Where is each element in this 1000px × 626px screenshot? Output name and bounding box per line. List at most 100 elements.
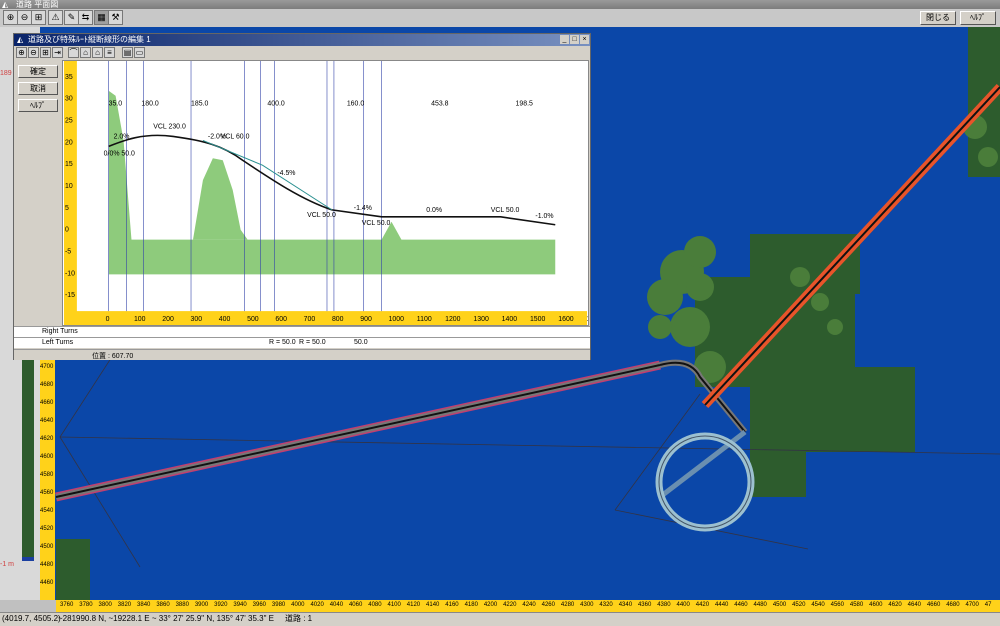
zoom-in-icon[interactable]: ⊕	[3, 10, 18, 25]
ruler-label: 4460	[40, 580, 54, 586]
slope-icon[interactable]: ⌂	[80, 47, 91, 58]
ruler-label: 3840	[137, 602, 151, 608]
ruler-label: 4040	[329, 602, 344, 608]
profile-dialog: ◭ 道路及び特殊ﾙｰﾄ縦断線形の編集 1 _ □ × ⊕ ⊖ ⊞ ⇥ ⌒ ⌂ ⌂…	[13, 33, 591, 360]
zoom-out-icon[interactable]: ⊖	[17, 10, 32, 25]
maximize-icon[interactable]: □	[570, 35, 579, 44]
ruler-label: 4060	[348, 602, 363, 608]
ruler-label: 3800	[98, 602, 112, 608]
close-icon[interactable]: ×	[580, 35, 589, 44]
ruler-label: 3760	[60, 602, 74, 608]
ruler-label: 4360	[637, 602, 652, 608]
ruler-label: 4660	[40, 400, 54, 406]
x-tick-label: 300	[191, 316, 203, 323]
ruler-label: 4480	[753, 602, 767, 608]
x-tick-label: 700	[304, 316, 316, 323]
x-tick-label: 100	[134, 316, 146, 323]
zoom-out-icon[interactable]: ⊖	[28, 47, 39, 58]
ruler-label: 4560	[40, 490, 54, 496]
y-tick-label: -5	[65, 249, 71, 256]
segment-label: 35.0	[109, 101, 123, 108]
ruler-label: 4320	[599, 602, 613, 608]
ruler-label: 4460	[734, 602, 748, 608]
ruler-label: 4240	[522, 602, 536, 608]
dialog-app-icon: ◭	[17, 35, 24, 44]
x-tick-label: 1600	[558, 316, 574, 323]
curve-icon[interactable]: ⌒	[68, 47, 79, 58]
zoom-in-icon[interactable]: ⊕	[16, 47, 27, 58]
ruler-label: 4380	[657, 602, 671, 608]
left-turn-value: R = 50.0	[269, 339, 296, 346]
ruler-label: 4480	[40, 562, 54, 568]
minimize-icon[interactable]: _	[560, 35, 569, 44]
segment-label: 180.0	[141, 101, 159, 108]
pointer-icon[interactable]: ⇥	[52, 47, 63, 58]
x-tick-label: 1000	[389, 316, 405, 323]
ruler-label: 4400	[676, 602, 690, 608]
segment-label: 453.8	[431, 101, 449, 108]
status-coords: (4019.7, 4505.2)	[2, 614, 61, 623]
close-button[interactable]: 閉じる	[920, 11, 956, 25]
edit-icon[interactable]: ✎	[64, 10, 79, 25]
grade-label: -4.5%	[277, 170, 295, 177]
ruler-label: 4580	[40, 472, 54, 478]
left-turn-value: 50.0	[354, 339, 368, 346]
tools-icon[interactable]: ⚒	[108, 10, 123, 25]
grid-icon[interactable]: ⊞	[31, 10, 46, 25]
segment-label: 400.0	[267, 101, 285, 108]
segment-label: 160.0	[347, 101, 365, 108]
road-icon[interactable]: ⚠	[48, 10, 63, 25]
vcl-label: VCL 50.0	[491, 207, 520, 214]
measure-icon[interactable]: ≡	[104, 47, 115, 58]
vcl-label: 0/0% 50.0	[104, 150, 135, 157]
ruler-label: 4200	[483, 602, 498, 608]
ruler-label: 4020	[310, 602, 324, 608]
vcl-label: VCL 50.0	[362, 220, 391, 227]
ruler-label: 4120	[406, 602, 421, 608]
ruler-label: 3860	[156, 602, 170, 608]
window-title: 道路 平面図	[16, 0, 59, 9]
page-icon[interactable]: ▤	[122, 47, 133, 58]
ruler-label: 4640	[40, 418, 54, 424]
left-turns-label: Left Turns	[42, 339, 74, 346]
ruler-label: 4300	[580, 602, 594, 608]
y-tick-label: 10	[65, 183, 73, 190]
x-tick-label: 1500	[530, 316, 546, 323]
grade-label: 0.0%	[426, 207, 442, 214]
ruler-label: 4560	[830, 602, 844, 608]
x-tick-label: 900	[360, 316, 372, 323]
ruler-label: 4280	[560, 602, 575, 608]
y-tick-label: 20	[65, 139, 73, 146]
ruler-label: 4180	[464, 602, 478, 608]
bar-icon[interactable]: ▭	[134, 47, 145, 58]
house-icon[interactable]: ⌂	[92, 47, 103, 58]
dialog-help-button[interactable]: ﾍﾙﾌﾟ	[18, 99, 58, 112]
y-tick-label: -15	[65, 292, 75, 299]
ruler-label: 47	[984, 602, 992, 608]
ruler-label: 4600	[869, 602, 883, 608]
ruler-label: 4080	[368, 602, 382, 608]
left-turns-row: Left Turns R = 50.0 R = 50.0 50.0	[14, 337, 590, 348]
dialog-title: 道路及び特殊ﾙｰﾄ縦断線形の編集 1	[28, 35, 151, 44]
vcl-label: VCL 230.0	[153, 123, 186, 130]
ruler-label: 4540	[40, 508, 54, 514]
ruler-label: 4680	[946, 602, 960, 608]
y-tick-label: 35	[65, 74, 73, 81]
y-tick-label: 30	[65, 96, 73, 103]
cancel-button[interactable]: 取消	[18, 82, 58, 95]
pin-icon[interactable]: ⇆	[78, 10, 93, 25]
x-tick-label: 0	[106, 316, 110, 323]
segment-label: 185.0	[191, 101, 209, 108]
ruler-label: 4700	[40, 364, 54, 370]
ruler-label: 4140	[426, 602, 440, 608]
ruler-label: 4600	[40, 454, 54, 460]
confirm-button[interactable]: 確定	[18, 65, 58, 78]
ruler-label: 4500	[772, 602, 787, 608]
ruler-label: 4100	[387, 602, 401, 608]
y-tick-label: -10	[65, 270, 75, 277]
ruler-label: 3920	[214, 602, 228, 608]
profile-canvas[interactable]: 35.0 180.0 185.0 400.0 160.0 453.8 198.5 2.0% -…	[62, 60, 589, 326]
grid-icon[interactable]: ⊞	[40, 47, 51, 58]
help-button[interactable]: ﾍﾙﾌﾟ	[960, 11, 996, 25]
layout-icon[interactable]: ▦	[94, 10, 109, 25]
